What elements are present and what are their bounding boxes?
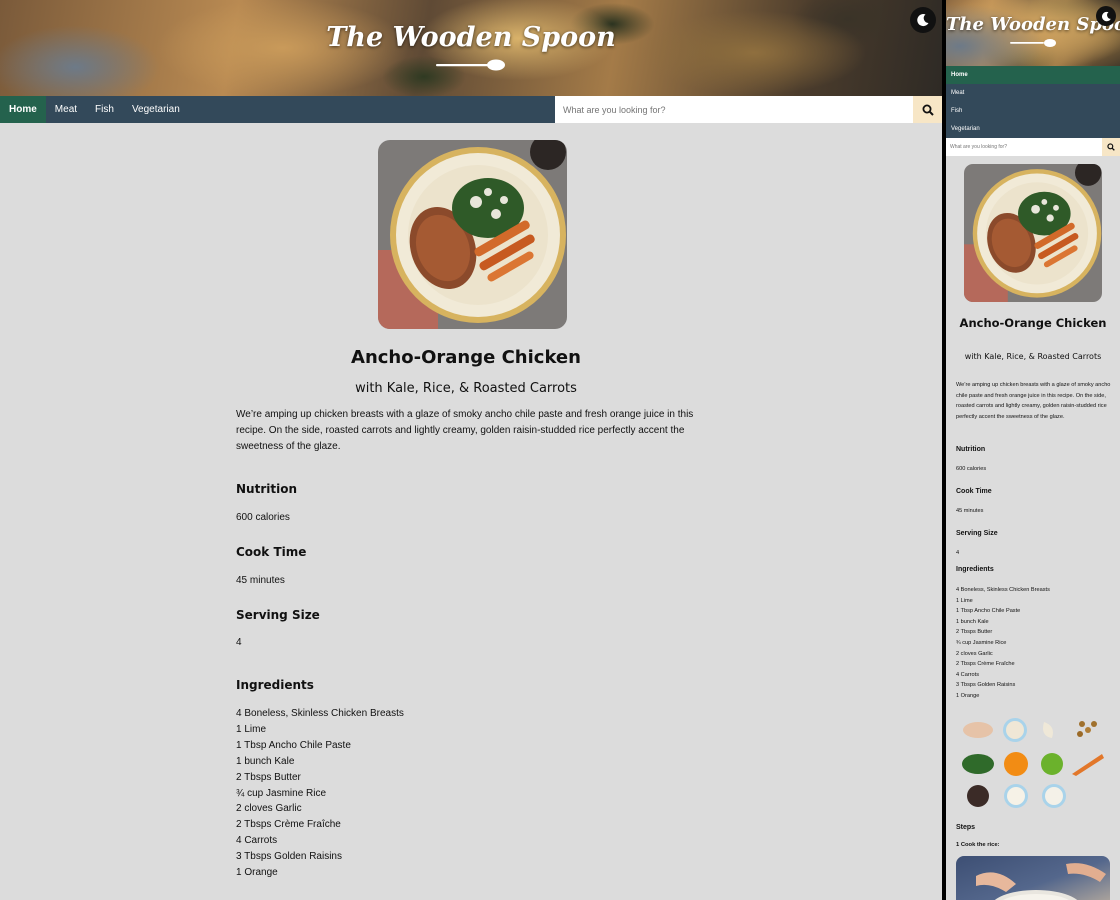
recipe-description: We’re amping up chicken breasts with a g…	[236, 409, 694, 452]
ingredient-item: 2 cloves Garlic	[956, 650, 993, 657]
ingredient-item: 3 Tbsps Golden Raisins	[956, 682, 1016, 689]
search-bar	[555, 96, 942, 123]
ingredient-item: 1 bunch Kale	[956, 618, 989, 625]
ingredient-item: 1 Orange	[236, 867, 278, 879]
cook-time-heading: Cook Time	[956, 488, 992, 495]
theme-toggle-button-mobile[interactable]	[1096, 6, 1116, 26]
ingredient-item: 1 Tbsp Ancho Chile Paste	[956, 608, 1021, 615]
nutrition-heading: Nutrition	[236, 482, 297, 496]
search-input-mobile[interactable]	[946, 138, 1102, 156]
main-nav-mobile: Home Meat Fish Vegetarian	[946, 66, 1120, 138]
nav-item-vegetarian[interactable]: Vegetarian	[946, 120, 1120, 138]
ingredient-item: 1 Orange	[956, 692, 980, 699]
nutrition-value: 600 calories	[956, 466, 987, 472]
ingredient-item: 1 Lime	[956, 597, 973, 604]
search-button[interactable]	[913, 96, 942, 123]
cook-time-heading: Cook Time	[236, 545, 307, 559]
nav-item-fish[interactable]: Fish	[946, 102, 1120, 120]
ingredients-list: 4 Boneless, Skinless Chicken Breasts 1 L…	[956, 585, 1050, 702]
ingredients-heading: Ingredients	[236, 678, 314, 692]
nutrition-value: 600 calories	[236, 512, 290, 523]
search-icon	[922, 104, 934, 116]
ingredient-item: 4 Boneless, Skinless Chicken Breasts	[956, 587, 1050, 593]
ingredient-item: 1 bunch Kale	[236, 755, 295, 767]
nav-item-fish[interactable]: Fish	[86, 96, 123, 123]
nav-item-home[interactable]: Home	[0, 96, 46, 123]
serving-size-value: 4	[956, 550, 960, 556]
theme-toggle-button[interactable]	[910, 7, 936, 33]
recipe-title: Ancho-Orange Chicken	[959, 316, 1107, 330]
search-icon	[1107, 143, 1115, 151]
ingredient-item: ¾ cup Jasmine Rice	[236, 787, 327, 799]
ingredient-item: ¾ cup Jasmine Rice	[956, 639, 1007, 646]
hero-banner: The Wooden Spoon	[0, 0, 942, 96]
desktop-view: The Wooden Spoon Home Meat Fish Vegetari…	[0, 0, 942, 900]
site-title[interactable]: The Wooden Spoon	[0, 22, 942, 53]
recipe-title: Ancho-Orange Chicken	[351, 347, 581, 368]
ingredient-item: 4 Carrots	[956, 671, 980, 678]
ingredient-item: 4 Boneless, Skinless Chicken Breasts	[236, 708, 404, 719]
nav-item-home[interactable]: Home	[946, 66, 1120, 84]
recipe-image	[964, 164, 1102, 302]
search-button-mobile[interactable]	[1102, 138, 1120, 156]
ingredient-item: 1 Tbsp Ancho Chile Paste	[236, 739, 351, 751]
mobile-view: The Wooden Spoon Home Meat Fish Vegetari…	[946, 0, 1120, 900]
ingredients-heading: Ingredients	[956, 566, 994, 573]
spoon-icon	[1010, 39, 1056, 47]
recipe-description: We’re amping up chicken breasts with a g…	[956, 382, 1111, 420]
ingredient-item: 4 Carrots	[236, 835, 278, 847]
ingredient-item: 2 Tbsps Crème Fraîche	[956, 661, 1015, 668]
steps-heading: Steps	[956, 824, 976, 831]
ingredient-item: 1 Lime	[236, 723, 267, 735]
ingredient-item: 2 Tbsps Butter	[236, 771, 301, 783]
nutrition-heading: Nutrition	[956, 446, 986, 453]
step-image	[956, 856, 1110, 900]
nav-item-vegetarian[interactable]: Vegetarian	[123, 96, 189, 123]
site-title-mobile[interactable]: The Wooden Spoon	[946, 14, 1120, 35]
ingredients-list: 4 Boneless, Skinless Chicken Breasts 1 L…	[236, 706, 404, 881]
nav-item-meat[interactable]: Meat	[946, 84, 1120, 102]
search-input[interactable]	[555, 96, 913, 123]
serving-size-heading: Serving Size	[236, 608, 320, 622]
ingredient-item: 2 cloves Garlic	[236, 803, 302, 815]
search-bar-mobile	[946, 138, 1120, 156]
recipe-subtitle: with Kale, Rice, & Roasted Carrots	[355, 381, 577, 396]
spoon-icon	[436, 59, 505, 71]
recipe-subtitle: with Kale, Rice, & Roasted Carrots	[964, 352, 1102, 361]
cook-time-value: 45 minutes	[956, 508, 984, 514]
cook-time-value: 45 minutes	[236, 575, 285, 586]
serving-size-heading: Serving Size	[956, 530, 998, 537]
moon-icon	[1101, 11, 1111, 21]
moon-icon	[917, 14, 929, 27]
ingredient-item: 2 Tbsps Butter	[956, 629, 993, 636]
serving-size-value: 4	[236, 637, 242, 648]
ingredients-image	[962, 718, 1104, 808]
hero-banner-mobile: The Wooden Spoon	[946, 0, 1120, 66]
recipe-image	[378, 140, 567, 329]
nav-item-meat[interactable]: Meat	[46, 96, 86, 123]
main-nav: Home Meat Fish Vegetarian	[0, 96, 942, 123]
ingredient-item: 3 Tbsps Golden Raisins	[236, 851, 342, 863]
step-title: 1 Cook the rice:	[956, 842, 1000, 848]
ingredient-item: 2 Tbsps Crème Fraîche	[236, 819, 341, 831]
